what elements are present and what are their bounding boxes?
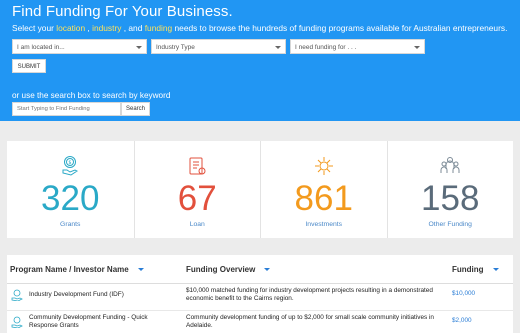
funding-amount: $2,000 bbox=[452, 317, 472, 324]
subtitle-sep: , and bbox=[121, 23, 145, 33]
funding-overview: $10,000 matched funding for industry dev… bbox=[186, 287, 433, 302]
search-button[interactable]: Search bbox=[121, 102, 150, 116]
keyword-location: location bbox=[56, 23, 86, 33]
keyword-funding: funding bbox=[144, 23, 173, 33]
search-hint: or use the search box to search by keywo… bbox=[12, 91, 171, 100]
subtitle-text: needs to browse the hundreds of funding … bbox=[172, 23, 508, 33]
header-label: Funding bbox=[452, 265, 484, 274]
chevron-down-icon bbox=[136, 46, 142, 49]
funding-amount: $10,000 bbox=[452, 290, 476, 297]
money-hand-icon bbox=[11, 289, 23, 301]
stat-other-funding[interactable]: 158 Other Funding bbox=[386, 141, 514, 238]
search-input[interactable] bbox=[12, 102, 121, 116]
program-name[interactable]: Industry Development Fund (IDF) bbox=[29, 291, 177, 299]
funding-select[interactable]: I need funding for . . . bbox=[290, 39, 425, 54]
location-select-value: I am located in... bbox=[17, 44, 65, 51]
industry-select-value: Industry Type bbox=[156, 44, 195, 51]
funding-table: Program Name / Investor Name Funding Ove… bbox=[7, 255, 513, 333]
table-row[interactable]: Industry Development Fund (IDF) $10,000 … bbox=[7, 284, 513, 306]
stat-investments[interactable]: 861 Investments bbox=[260, 141, 387, 238]
stat-label: Loan bbox=[189, 221, 205, 228]
sort-caret-icon bbox=[264, 268, 271, 272]
stat-value: 861 bbox=[294, 179, 353, 218]
header-funding-overview[interactable]: Funding Overview bbox=[186, 265, 271, 274]
program-name[interactable]: Community Development Funding - Quick Re… bbox=[29, 314, 177, 330]
keyword-industry: industry bbox=[92, 23, 122, 33]
money-hand-icon: $ bbox=[62, 156, 79, 176]
stat-label: Investments bbox=[305, 221, 343, 228]
stat-value: 320 bbox=[41, 179, 100, 218]
header-funding[interactable]: Funding bbox=[452, 265, 499, 274]
stat-label: Other Funding bbox=[428, 221, 472, 228]
funding-stats: $ 320 Grants 67 Loan 861 Investments 158… bbox=[7, 141, 513, 238]
chevron-down-icon bbox=[275, 46, 281, 49]
money-hand-icon bbox=[11, 316, 23, 328]
funding-overview: Community development funding of up to $… bbox=[186, 314, 434, 329]
sort-caret-icon bbox=[137, 268, 144, 272]
table-row[interactable]: Community Development Funding - Quick Re… bbox=[7, 310, 513, 332]
industry-select[interactable]: Industry Type bbox=[151, 39, 286, 54]
header-program-name[interactable]: Program Name / Investor Name bbox=[10, 265, 144, 274]
hero-subtitle: Select your location , industry , and fu… bbox=[12, 23, 507, 33]
investment-gear-icon bbox=[314, 157, 333, 175]
header-label: Funding Overview bbox=[186, 265, 256, 274]
hero-banner: Find Funding For Your Business. Select y… bbox=[0, 0, 520, 121]
sort-caret-icon bbox=[492, 268, 499, 272]
people-group-icon bbox=[440, 157, 460, 173]
funding-select-value: I need funding for . . . bbox=[295, 44, 357, 51]
stat-loan[interactable]: 67 Loan bbox=[133, 141, 261, 238]
stat-value: 67 bbox=[177, 179, 217, 218]
stat-value: 158 bbox=[421, 179, 480, 218]
subtitle-text: Select your bbox=[12, 23, 57, 33]
page-title: Find Funding For Your Business. bbox=[12, 3, 233, 20]
svg-text:$: $ bbox=[69, 160, 72, 166]
stat-label: Grants bbox=[60, 221, 81, 228]
chevron-down-icon bbox=[414, 46, 420, 49]
submit-button[interactable]: SUBMIT bbox=[12, 59, 46, 73]
stat-grants[interactable]: $ 320 Grants bbox=[7, 141, 134, 238]
header-label: Program Name / Investor Name bbox=[10, 265, 129, 274]
location-select[interactable]: I am located in... bbox=[12, 39, 147, 54]
loan-document-icon bbox=[189, 157, 206, 175]
